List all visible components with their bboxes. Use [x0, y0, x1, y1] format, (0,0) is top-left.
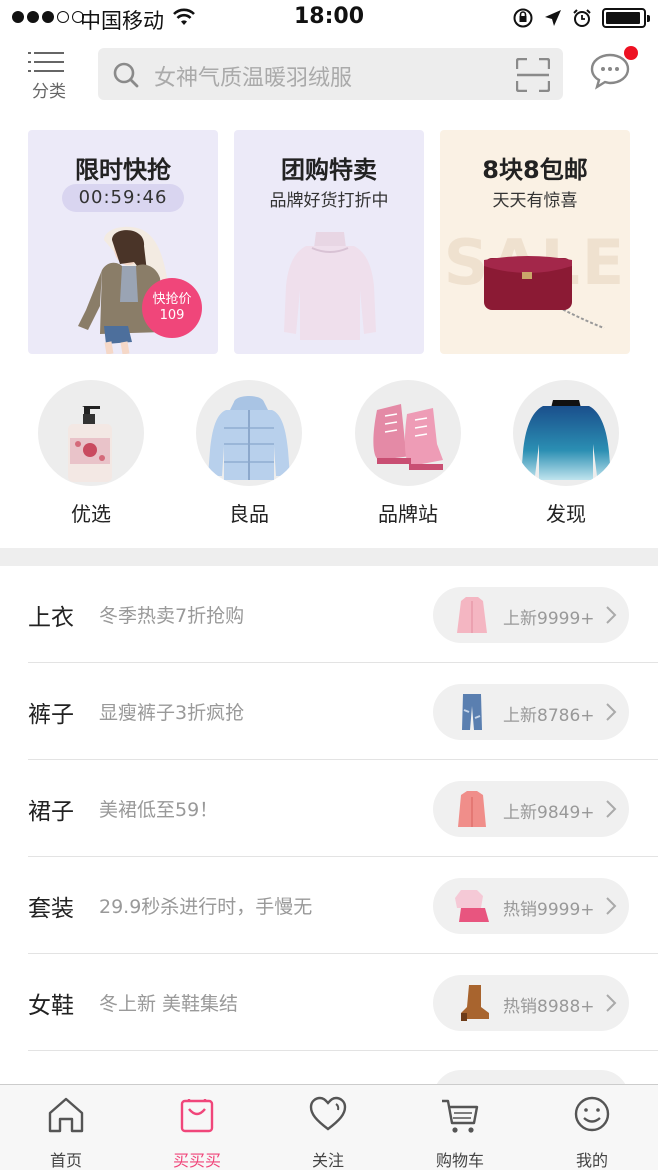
chevron-right-icon: [606, 703, 617, 721]
new-count: 上新9849+: [503, 803, 595, 823]
promo-title: 限时快抢: [75, 156, 171, 184]
category-label: 发现: [546, 502, 586, 526]
promo-free-shipping[interactable]: SALE 8块8包邮 天天有惊喜: [440, 130, 630, 354]
blue-sweater-icon: [513, 380, 619, 486]
scan-icon[interactable]: [516, 58, 550, 92]
category-name: 套装: [28, 896, 74, 922]
flash-price-badge: 快抢价 109: [142, 278, 202, 338]
shopping-bag-icon: [180, 1099, 214, 1133]
search-bar[interactable]: 女神气质温暖羽绒服: [98, 48, 563, 100]
badge-label: 快抢价: [152, 292, 192, 307]
chevron-right-icon: [606, 800, 617, 818]
category-desc: 冬季热卖7折抢购: [99, 605, 245, 627]
category-label: 品牌站: [378, 502, 438, 526]
chevron-right-icon: [606, 606, 617, 624]
section-divider: [0, 548, 658, 566]
velvet-bag-image: [484, 256, 605, 329]
tab-follow[interactable]: 关注: [288, 1093, 368, 1170]
hot-count: 热销8988+: [503, 997, 595, 1017]
bottom-tab-bar: 首页 买买买 关注 购物车 我的: [0, 1084, 658, 1170]
pink-shoes-icon: [355, 380, 461, 486]
promo-group-buy[interactable]: 团购特卖 品牌好货打折中: [234, 130, 424, 354]
app-screen: 中国移动 18:00 分类 女神气质温暖羽绒服 限时快抢 00:59:46 快抢…: [0, 0, 658, 1170]
promo-flash-sale[interactable]: 限时快抢 00:59:46 快抢价 109: [28, 130, 218, 354]
category-name: 女鞋: [28, 993, 74, 1019]
home-icon: [48, 1097, 84, 1133]
down-jacket-icon: [196, 380, 302, 486]
list-menu-icon: [28, 52, 64, 72]
category-discover[interactable]: 发现: [511, 380, 621, 527]
top-header: 分类 女神气质温暖羽绒服: [0, 44, 658, 108]
promo-subtitle: 品牌好货打折中: [269, 191, 389, 211]
tab-label: 购物车: [435, 1151, 484, 1170]
tab-label: 我的: [575, 1151, 608, 1170]
outfit-set-icon: [455, 890, 489, 922]
hot-count: 热销9999+: [503, 900, 595, 920]
new-count-pill[interactable]: 上新8786+: [433, 684, 629, 740]
promo-subtitle: 天天有惊喜: [492, 191, 578, 211]
tab-cart[interactable]: 购物车: [420, 1093, 500, 1170]
heart-icon: [309, 1096, 347, 1131]
new-count: 上新8786+: [503, 706, 595, 726]
tab-label: 首页: [49, 1151, 82, 1170]
tab-home[interactable]: 首页: [26, 1093, 106, 1170]
list-item[interactable]: 裙子 美裙低至59！ 上新9849+: [28, 760, 658, 857]
category-brand-station[interactable]: 品牌站: [353, 380, 463, 527]
category-name: 裤子: [28, 702, 74, 728]
pink-sweater-image: [284, 232, 376, 340]
category-desc: 冬上新 美鞋集结: [99, 993, 239, 1015]
category-desc: 美裙低至59！: [99, 799, 219, 821]
promo-title: 团购特卖: [281, 156, 377, 184]
coral-coat-icon: [458, 791, 486, 827]
category-name: 裙子: [28, 799, 74, 825]
alarm-clock-icon: [573, 9, 591, 27]
tab-shopping[interactable]: 买买买: [157, 1093, 237, 1170]
countdown-timer: 00:59:46: [62, 184, 184, 212]
search-icon: [113, 62, 139, 88]
location-arrow-icon: [545, 10, 561, 26]
tab-profile[interactable]: 我的: [552, 1093, 632, 1170]
category-label: 良品: [229, 502, 269, 526]
category-liangpin[interactable]: 良品: [194, 380, 304, 527]
lotion-bottle-icon: [38, 380, 144, 486]
status-bar: 中国移动 18:00: [0, 0, 658, 36]
new-count: 上新9999+: [503, 609, 595, 629]
hot-count-pill[interactable]: 热销8988+: [433, 975, 629, 1031]
new-count-pill[interactable]: 上新9849+: [433, 781, 629, 837]
list-item[interactable]: 裤子 显瘦裤子3折疯抢 上新8786+: [28, 663, 658, 760]
message-button[interactable]: [590, 46, 638, 94]
list-item[interactable]: 上衣 冬季热卖7折抢购 上新9999+: [28, 566, 658, 663]
list-item[interactable]: 套装 29.9秒杀进行时，手慢无 热销9999+: [28, 857, 658, 954]
search-placeholder: 女神气质温暖羽绒服: [154, 66, 353, 91]
list-item[interactable]: 女鞋 冬上新 美鞋集结 热销8988+: [28, 954, 658, 1051]
cart-icon: [442, 1099, 479, 1133]
unread-badge: [624, 46, 638, 60]
tab-label: 买买买: [172, 1151, 221, 1170]
chat-bubble-icon: [590, 53, 630, 90]
chevron-right-icon: [606, 994, 617, 1012]
brown-boot-icon: [461, 985, 489, 1021]
promo-title: 8块8包邮: [482, 156, 588, 184]
new-count-pill[interactable]: 上新9999+: [433, 587, 629, 643]
category-label: 优选: [71, 502, 111, 526]
category-desc: 显瘦裤子3折疯抢: [99, 702, 245, 724]
hot-count-pill[interactable]: 热销9999+: [433, 878, 629, 934]
category-label: 分类: [32, 82, 66, 102]
jeans-icon: [462, 694, 482, 730]
battery-icon: [602, 8, 650, 28]
category-desc: 29.9秒杀进行时，手慢无: [99, 896, 313, 918]
tab-label: 关注: [311, 1151, 344, 1170]
pink-coat-icon: [457, 597, 487, 633]
category-button[interactable]: 分类: [22, 48, 76, 106]
category-youxuan[interactable]: 优选: [36, 380, 146, 527]
smiley-profile-icon: [574, 1096, 610, 1132]
chevron-right-icon: [606, 897, 617, 915]
badge-price: 109: [159, 308, 185, 323]
category-name: 上衣: [28, 605, 74, 631]
orientation-lock-icon: [513, 8, 533, 28]
